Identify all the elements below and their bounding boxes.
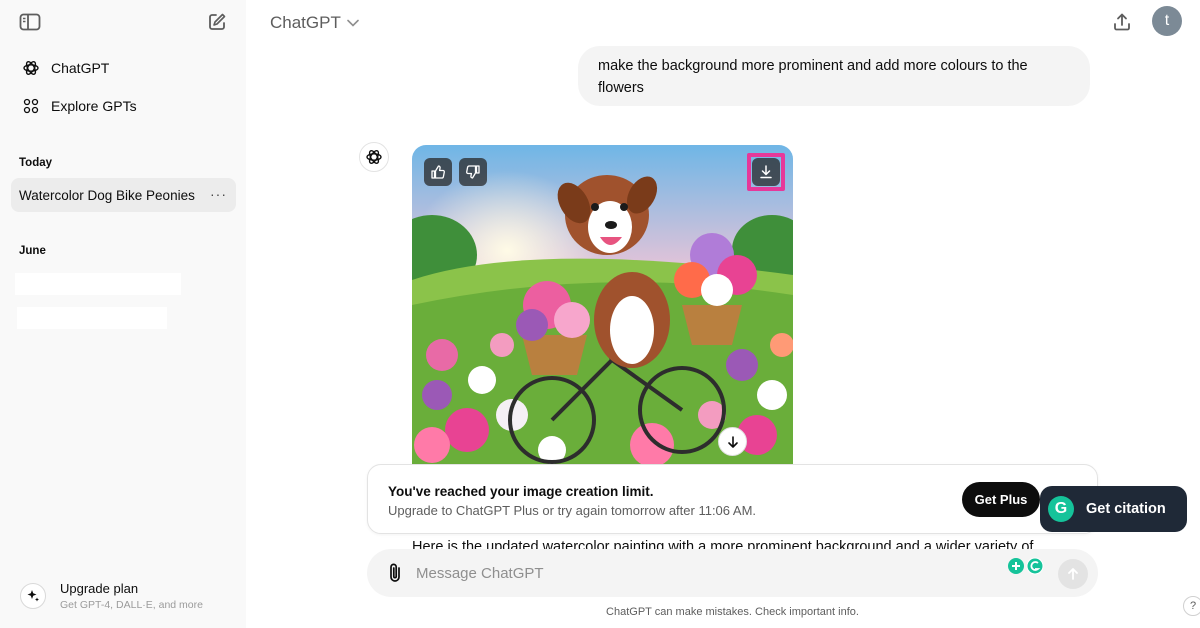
sidebar-item-label: Explore GPTs (51, 98, 137, 114)
share-icon[interactable] (1108, 8, 1136, 36)
thumbs-up-icon[interactable] (424, 158, 452, 186)
sidebar-item-explore-gpts[interactable]: Explore GPTs (12, 89, 234, 123)
citation-label: Get citation (1086, 501, 1166, 517)
redacted-conversation[interactable] (15, 273, 181, 295)
grid-icon (22, 97, 40, 115)
assistant-avatar-icon (359, 142, 389, 172)
grammarly-extension-icon[interactable] (1005, 556, 1045, 576)
get-plus-button[interactable]: Get Plus (962, 482, 1040, 517)
chevron-down-icon (347, 19, 359, 27)
more-options-icon[interactable]: ··· (210, 186, 227, 202)
arrow-down-icon (727, 435, 738, 448)
new-chat-icon[interactable] (203, 8, 231, 36)
section-heading-today: Today (19, 157, 53, 169)
sidebar-item-chatgpt[interactable]: ChatGPT (12, 51, 234, 85)
send-button[interactable] (1058, 559, 1088, 589)
model-name: ChatGPT (270, 13, 341, 32)
limit-title: You've reached your image creation limit… (388, 484, 654, 499)
conversation-item[interactable]: Watercolor Dog Bike Peonies ··· (11, 178, 236, 212)
limit-subtitle: Upgrade to ChatGPT Plus or try again tom… (388, 503, 757, 518)
scroll-down-button[interactable] (718, 427, 747, 456)
get-citation-button[interactable]: G Get citation (1040, 486, 1187, 532)
openai-logo-icon (22, 59, 40, 77)
thumbs-down-icon[interactable] (459, 158, 487, 186)
avatar[interactable]: t (1152, 6, 1182, 36)
disclaimer: ChatGPT can make mistakes. Check importa… (606, 606, 859, 618)
user-message: make the background more prominent and a… (578, 46, 1090, 106)
extension-icons (1005, 556, 1045, 576)
generated-image[interactable] (412, 145, 793, 465)
message-input[interactable] (416, 562, 976, 584)
sidebar-toggle-icon[interactable] (16, 8, 44, 36)
help-button[interactable]: ? (1183, 596, 1200, 616)
sidebar-item-label: ChatGPT (51, 60, 110, 76)
upgrade-title: Upgrade plan (60, 581, 139, 596)
sidebar: ChatGPT Explore GPTs Today Watercolor Do… (0, 0, 246, 628)
grammarly-logo-icon: G (1048, 496, 1074, 522)
download-highlight (747, 153, 785, 191)
arrow-up-icon (1068, 568, 1078, 580)
conversation-title: Watercolor Dog Bike Peonies (19, 187, 195, 203)
model-selector[interactable]: ChatGPT (270, 12, 359, 34)
paperclip-icon[interactable] (383, 560, 407, 586)
section-heading-june: June (19, 245, 46, 257)
redacted-conversation[interactable] (17, 307, 167, 329)
